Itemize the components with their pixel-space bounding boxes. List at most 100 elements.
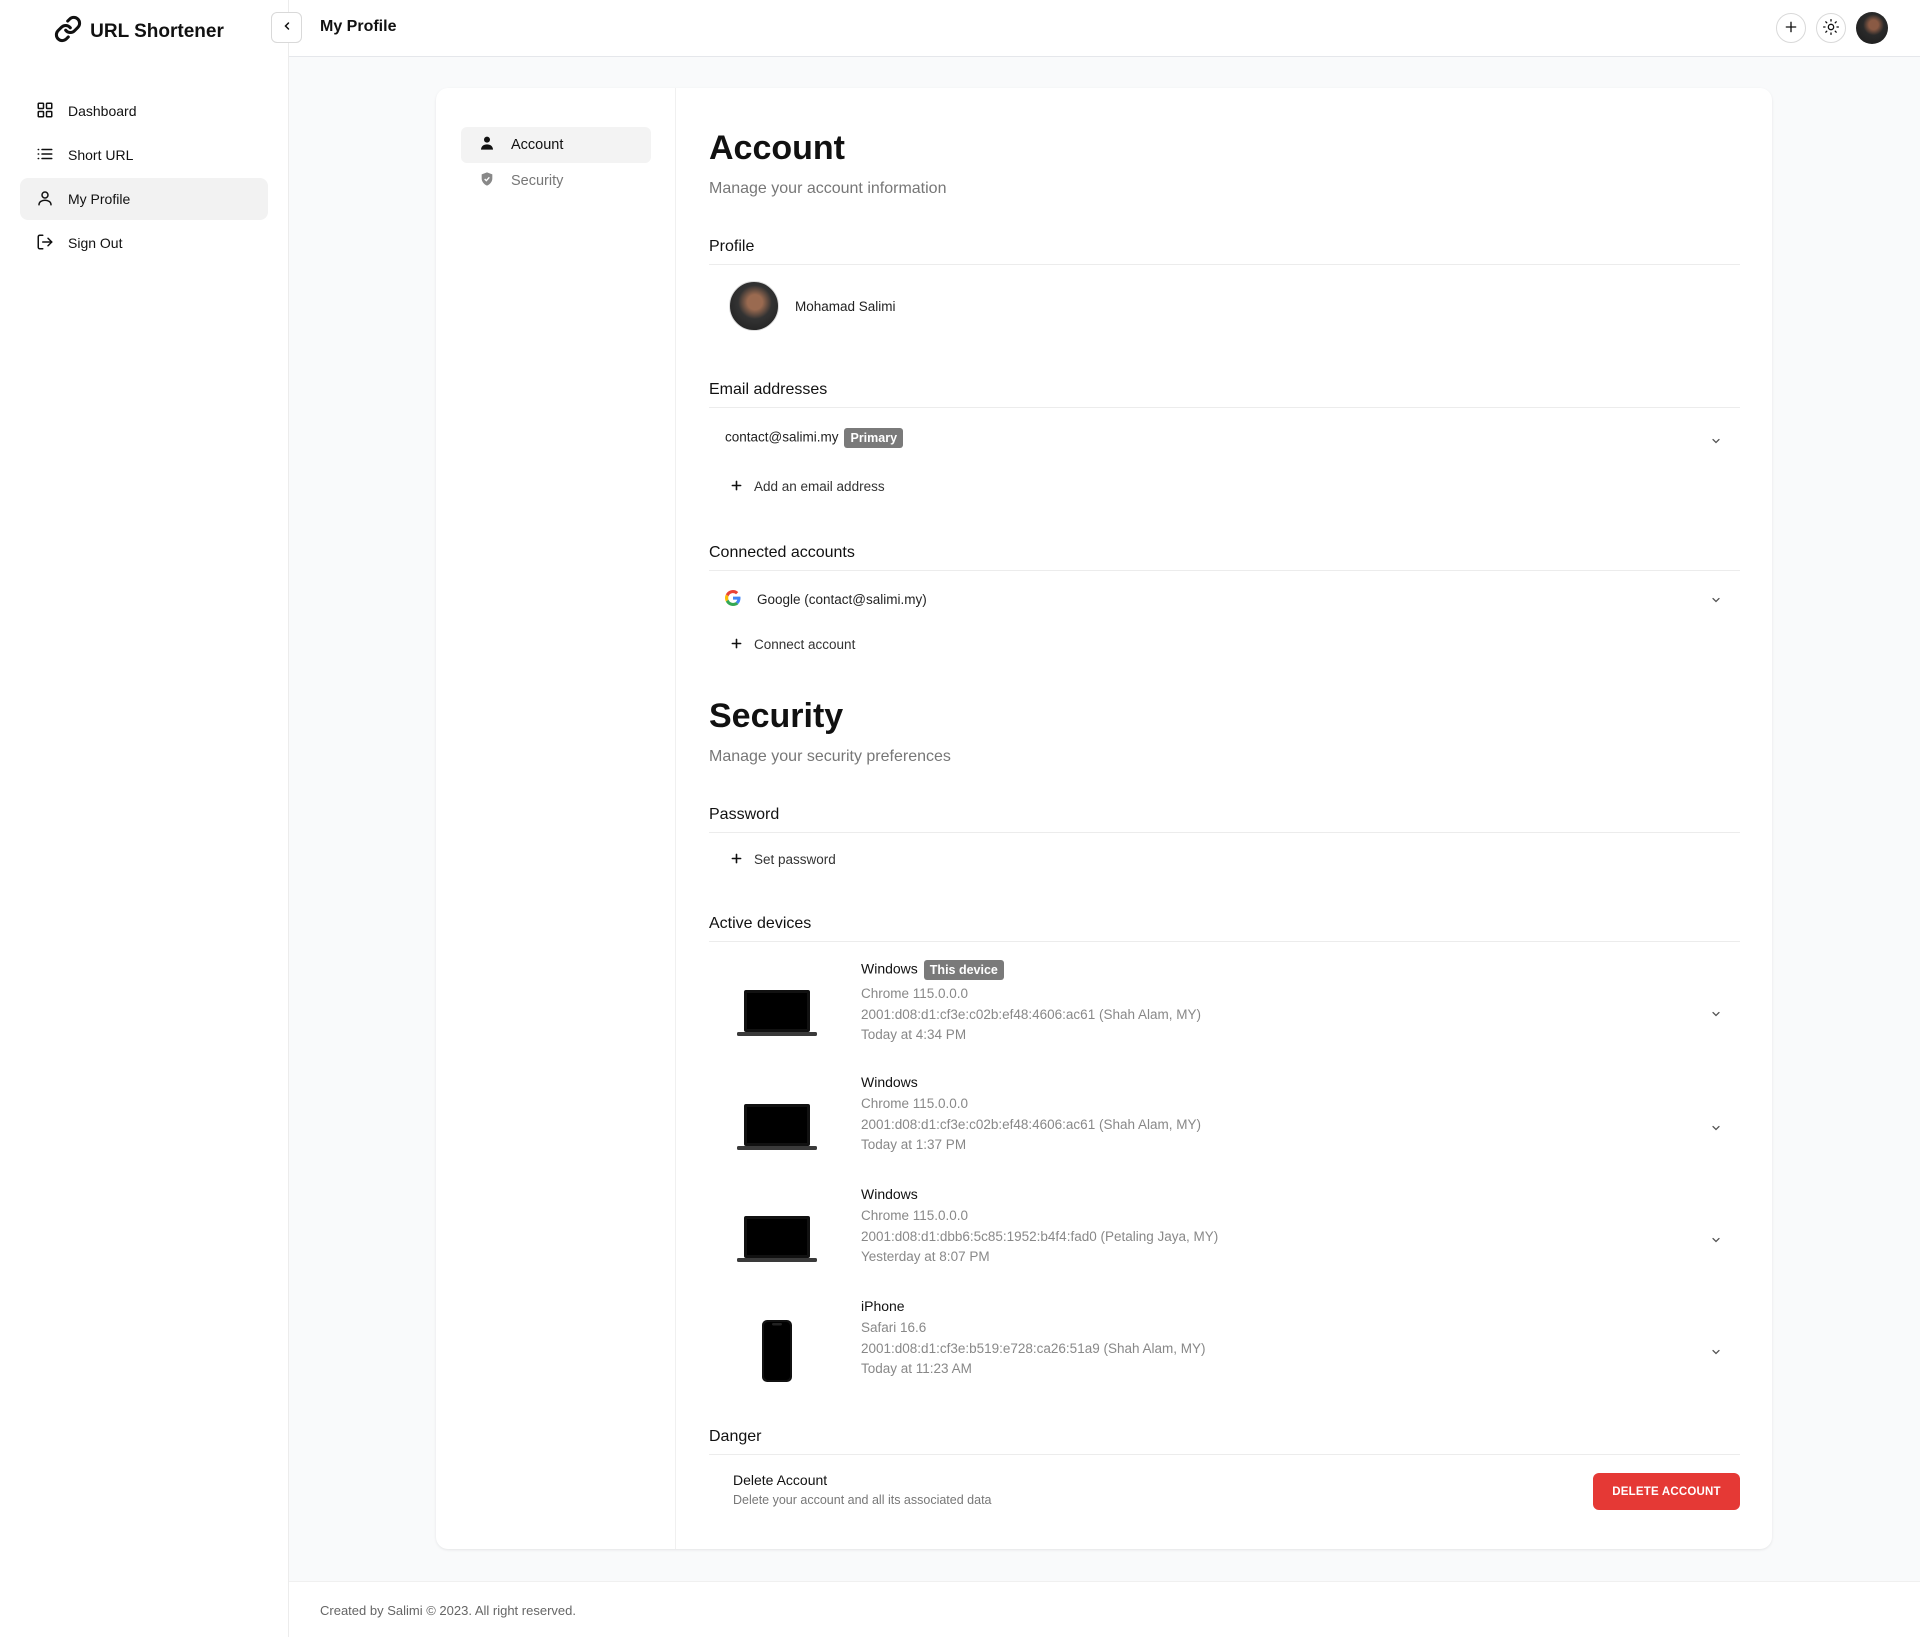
delete-account-button[interactable]: DELETE ACCOUNT (1593, 1473, 1740, 1510)
add-button[interactable] (1776, 13, 1806, 43)
collapse-sidebar-button[interactable] (271, 12, 302, 43)
sidebar-item-label: Short URL (68, 147, 134, 163)
delete-account-description: Delete your account and all its associat… (733, 1493, 992, 1507)
connect-account-label: Connect account (754, 637, 856, 652)
chevron-down-icon[interactable] (1710, 1233, 1722, 1251)
device-time: Today at 11:23 AM (861, 1361, 972, 1376)
account-subtitle: Manage your account information (709, 180, 947, 197)
sidebar-item-my-profile[interactable]: My Profile (20, 178, 268, 220)
chevron-left-icon (281, 20, 293, 35)
link-icon (54, 15, 82, 48)
profile-section-title: Profile (709, 238, 1740, 265)
connected-account-row[interactable]: Google (contact@salimi.my) (725, 590, 927, 609)
google-icon (725, 590, 741, 609)
device-time: Yesterday at 8:07 PM (861, 1249, 990, 1264)
phone-icon (737, 1298, 817, 1403)
device-browser: Safari 16.6 (861, 1320, 927, 1335)
device-ip: 2001:d08:d1:cf3e:c02b:ef48:4606:ac61 (Sh… (861, 1006, 1201, 1022)
tab-security-label: Security (511, 173, 564, 189)
email-row[interactable]: contact@salimi.my Primary (725, 428, 904, 448)
sidebar-item-dashboard[interactable]: Dashboard (20, 90, 268, 132)
security-heading: Security (709, 697, 844, 735)
sidebar: URL Shortener Dashboard Short URL My Pro… (0, 0, 289, 1637)
laptop-icon (737, 1074, 817, 1179)
password-section-title: Password (709, 806, 1740, 833)
theme-toggle-button[interactable] (1816, 13, 1846, 43)
sign-out-icon (36, 233, 54, 254)
set-password-label: Set password (754, 852, 836, 867)
device-row[interactable]: Windows Chrome 115.0.0.0 2001:d08:d1:cf3… (709, 1074, 1740, 1179)
device-info: iPhone Safari 16.6 2001:d08:d1:cf3e:b519… (861, 1298, 1206, 1380)
chevron-down-icon[interactable] (1710, 1345, 1722, 1363)
device-info: Windows Chrome 115.0.0.0 2001:d08:d1:cf3… (861, 1074, 1201, 1156)
tab-account-label: Account (511, 137, 564, 153)
chevron-down-icon[interactable] (1710, 1007, 1722, 1025)
delete-account-title: Delete Account (733, 1472, 828, 1488)
account-heading: Account (709, 129, 845, 167)
page-title: My Profile (320, 18, 397, 35)
chevron-down-icon[interactable] (1710, 1121, 1722, 1139)
topbar: My Profile (271, 0, 1920, 57)
sidebar-nav: Dashboard Short URL My Profile Sign Out (0, 63, 288, 264)
this-device-badge: This device (923, 960, 1004, 980)
profile-avatar[interactable] (729, 281, 779, 331)
plus-icon (731, 479, 742, 494)
plus-icon (731, 852, 742, 867)
footer: Created by Salimi © 2023. All right rese… (289, 1581, 1920, 1637)
device-info: Windows Chrome 115.0.0.0 2001:d08:d1:dbb… (861, 1186, 1218, 1268)
device-browser: Chrome 115.0.0.0 (861, 1096, 969, 1111)
sidebar-item-label: My Profile (68, 191, 131, 207)
security-subtitle: Manage your security preferences (709, 748, 951, 765)
device-row[interactable]: Windows This device Chrome 115.0.0.0 2001… (709, 960, 1740, 1065)
device-info: Windows This device Chrome 115.0.0.0 2001… (861, 960, 1201, 1046)
tab-security[interactable]: Security (461, 163, 651, 199)
email-section-title: Email addresses (709, 381, 1740, 408)
laptop-icon (737, 960, 817, 1065)
device-ip: 2001:d08:d1:dbb6:5c85:1952:b4f4:fad0 (Pe… (861, 1228, 1219, 1244)
email-address: contact@salimi.my (725, 429, 839, 445)
device-ip: 2001:d08:d1:cf3e:b519:e728:ca26:51a9 (Sh… (861, 1340, 1206, 1356)
connected-section-title: Connected accounts (709, 544, 1740, 571)
add-email-label: Add an email address (754, 479, 885, 494)
laptop-icon (737, 1186, 817, 1291)
user-avatar[interactable] (1856, 12, 1888, 44)
device-browser: Chrome 115.0.0.0 (861, 986, 969, 1001)
device-name: Windows (861, 1074, 918, 1090)
dashboard-icon (36, 101, 54, 122)
device-time: Today at 4:34 PM (861, 1027, 967, 1042)
sidebar-item-label: Dashboard (68, 103, 137, 119)
device-browser: Chrome 115.0.0.0 (861, 1208, 969, 1223)
device-name: Windows (861, 1186, 918, 1202)
primary-badge: Primary (844, 428, 904, 448)
footer-copyright: Created by Salimi © 2023. All right rese… (320, 1603, 576, 1618)
device-name: iPhone (861, 1298, 905, 1314)
profile-name: Mohamad Salimi (795, 299, 896, 314)
connect-account-button[interactable]: Connect account (731, 637, 855, 652)
user-icon (36, 189, 54, 210)
shield-icon (479, 171, 495, 191)
add-email-button[interactable]: Add an email address (731, 479, 885, 494)
set-password-button[interactable]: Set password (731, 852, 836, 867)
device-row[interactable]: iPhone Safari 16.6 2001:d08:d1:cf3e:b519… (709, 1298, 1740, 1403)
sidebar-item-short-url[interactable]: Short URL (20, 134, 268, 176)
profile-card: Account Security Account Manage your acc… (436, 88, 1772, 1549)
sidebar-item-sign-out[interactable]: Sign Out (20, 222, 268, 264)
user-filled-icon (479, 135, 495, 155)
device-time: Today at 1:37 PM (861, 1137, 967, 1152)
connected-account-label: Google (contact@salimi.my) (757, 592, 927, 607)
chevron-down-icon[interactable] (1710, 593, 1722, 611)
tab-account[interactable]: Account (461, 127, 651, 163)
brand[interactable]: URL Shortener (0, 0, 288, 63)
danger-section-title: Danger (709, 1428, 1740, 1455)
device-ip: 2001:d08:d1:cf3e:c02b:ef48:4606:ac61 (Sh… (861, 1116, 1201, 1132)
device-row[interactable]: Windows Chrome 115.0.0.0 2001:d08:d1:dbb… (709, 1186, 1740, 1291)
profile-nav: Account Security (436, 88, 676, 1549)
top-actions (1776, 12, 1888, 44)
sidebar-item-label: Sign Out (68, 235, 123, 251)
plus-icon (731, 637, 742, 652)
device-name: Windows (861, 960, 918, 977)
chevron-down-icon[interactable] (1710, 434, 1722, 452)
devices-section-title: Active devices (709, 915, 1740, 942)
brand-name: URL Shortener (90, 20, 224, 42)
sun-icon (1823, 18, 1839, 38)
